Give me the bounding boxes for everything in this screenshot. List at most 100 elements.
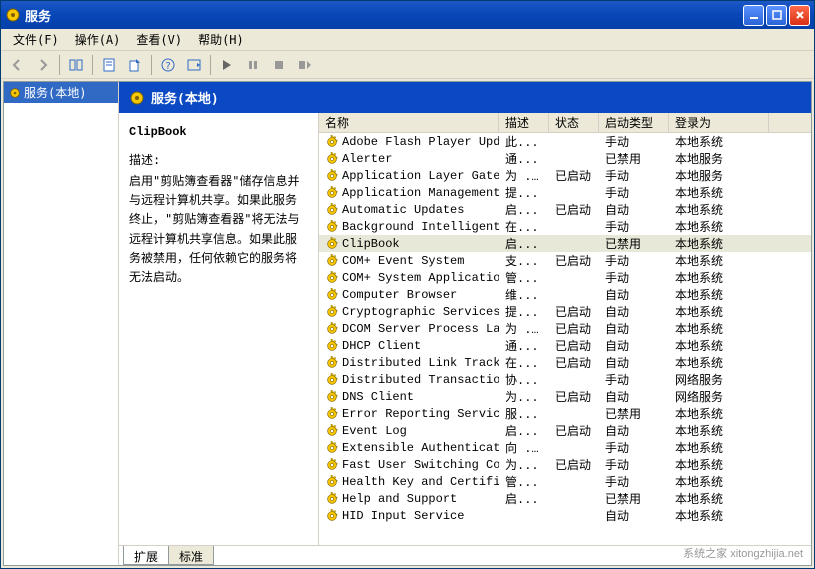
service-desc-cell: 此... [499, 133, 549, 150]
service-row[interactable]: Computer Browser维...自动本地系统 [319, 286, 811, 303]
service-startup-cell: 自动 [599, 337, 669, 354]
service-logon-cell: 本地服务 [669, 150, 769, 167]
service-row[interactable]: HID Input Service自动本地系统 [319, 507, 811, 524]
tree-root-item[interactable]: 服务(本地) [4, 82, 118, 103]
tab-standard[interactable]: 标准 [168, 546, 214, 565]
tab-strip: 扩展 标准 [119, 545, 811, 565]
service-state-cell: 已启动 [549, 320, 599, 337]
svg-text:?: ? [165, 61, 171, 72]
service-startup-cell: 手动 [599, 269, 669, 286]
service-name-cell: Automatic Updates [319, 203, 499, 217]
service-logon-cell: 本地系统 [669, 439, 769, 456]
service-desc-cell: 启... [499, 490, 549, 507]
service-name-cell: Application Management [319, 186, 499, 200]
service-logon-cell: 本地系统 [669, 507, 769, 524]
service-row[interactable]: Extensible Authenticatio...向 ...手动本地系统 [319, 439, 811, 456]
service-name-cell: Application Layer Gatewa... [319, 169, 499, 183]
column-header-logon[interactable]: 登录为 [669, 113, 769, 132]
service-name-cell: Alerter [319, 152, 499, 166]
service-startup-cell: 自动 [599, 201, 669, 218]
service-logon-cell: 本地系统 [669, 405, 769, 422]
service-icon [325, 373, 339, 387]
service-row[interactable]: COM+ Event System支...已启动手动本地系统 [319, 252, 811, 269]
tab-extended[interactable]: 扩展 [123, 546, 169, 565]
help-button[interactable]: ? [156, 53, 180, 77]
service-logon-cell: 本地系统 [669, 354, 769, 371]
service-row[interactable]: Event Log启...已启动自动本地系统 [319, 422, 811, 439]
service-name-cell: Cryptographic Services [319, 305, 499, 319]
service-row[interactable]: Fast User Switching Comp...为...已启动手动本地系统 [319, 456, 811, 473]
service-row[interactable]: Distributed Link Trackin...在...已启动自动本地系统 [319, 354, 811, 371]
refresh-button[interactable] [182, 53, 206, 77]
service-row[interactable]: Adobe Flash Player Updat...此...手动本地系统 [319, 133, 811, 150]
service-icon [325, 220, 339, 234]
service-state-cell: 已启动 [549, 303, 599, 320]
minimize-button[interactable] [743, 5, 764, 26]
close-button[interactable] [789, 5, 810, 26]
pane-header: 服务(本地) [119, 82, 811, 113]
service-logon-cell: 本地系统 [669, 303, 769, 320]
properties-button[interactable] [97, 53, 121, 77]
titlebar[interactable]: 服务 [1, 1, 814, 29]
service-row[interactable]: DCOM Server Process Laun...为 ...已启动自动本地系… [319, 320, 811, 337]
maximize-button[interactable] [766, 5, 787, 26]
service-name-cell: Error Reporting Service [319, 407, 499, 421]
column-header-startup[interactable]: 启动类型 [599, 113, 669, 132]
export-button[interactable] [123, 53, 147, 77]
service-startup-cell: 手动 [599, 218, 669, 235]
service-logon-cell: 网络服务 [669, 371, 769, 388]
service-row[interactable]: DHCP Client通...已启动自动本地系统 [319, 337, 811, 354]
service-row[interactable]: COM+ System Application管...手动本地系统 [319, 269, 811, 286]
service-desc-cell: 协... [499, 371, 549, 388]
service-icon [325, 492, 339, 506]
service-row[interactable]: Alerter通...已禁用本地服务 [319, 150, 811, 167]
service-desc-cell: 为... [499, 388, 549, 405]
column-header-name[interactable]: 名称 [319, 113, 499, 132]
service-name-cell: DHCP Client [319, 339, 499, 353]
service-icon [325, 237, 339, 251]
list-body[interactable]: Adobe Flash Player Updat...此...手动本地系统Ale… [319, 133, 811, 545]
service-row[interactable]: Background Intelligent T...在...手动本地系统 [319, 218, 811, 235]
menu-file[interactable]: 文件(F) [5, 29, 67, 50]
service-name-cell: Health Key and Certifica... [319, 475, 499, 489]
service-row[interactable]: DNS Client为...已启动自动网络服务 [319, 388, 811, 405]
menu-view[interactable]: 查看(V) [128, 29, 190, 50]
service-desc-cell: 启... [499, 201, 549, 218]
service-row[interactable]: Distributed Transaction ...协...手动网络服务 [319, 371, 811, 388]
service-name-cell: Fast User Switching Comp... [319, 458, 499, 472]
service-row[interactable]: Application Management提...手动本地系统 [319, 184, 811, 201]
service-state-cell: 已启动 [549, 354, 599, 371]
tree-pane[interactable]: 服务(本地) [4, 82, 119, 565]
menu-action[interactable]: 操作(A) [67, 29, 129, 50]
column-header-status[interactable]: 状态 [549, 113, 599, 132]
show-hide-tree-button[interactable] [64, 53, 88, 77]
service-icon [325, 390, 339, 404]
service-row[interactable]: Application Layer Gatewa...为 ...已启动手动本地服… [319, 167, 811, 184]
service-logon-cell: 本地系统 [669, 252, 769, 269]
service-desc-cell: 服... [499, 405, 549, 422]
tree-root-label: 服务(本地) [24, 84, 86, 101]
service-row[interactable]: Error Reporting Service服...已禁用本地系统 [319, 405, 811, 422]
service-name-cell: Extensible Authenticatio... [319, 441, 499, 455]
start-service-button[interactable] [215, 53, 239, 77]
service-desc-cell: 为 ... [499, 167, 549, 184]
service-row[interactable]: Help and Support启...已禁用本地系统 [319, 490, 811, 507]
toolbar: ? [1, 51, 814, 79]
service-icon [325, 152, 339, 166]
pause-service-button [241, 53, 265, 77]
service-icon [325, 458, 339, 472]
column-header-description[interactable]: 描述 [499, 113, 549, 132]
service-startup-cell: 已禁用 [599, 150, 669, 167]
service-row[interactable]: Automatic Updates启...已启动自动本地系统 [319, 201, 811, 218]
menu-help[interactable]: 帮助(H) [190, 29, 252, 50]
service-desc-cell: 在... [499, 354, 549, 371]
service-desc-cell: 为... [499, 456, 549, 473]
service-row[interactable]: Cryptographic Services提...已启动自动本地系统 [319, 303, 811, 320]
service-icon [325, 271, 339, 285]
service-startup-cell: 自动 [599, 320, 669, 337]
window-frame: 服务 文件(F) 操作(A) 查看(V) 帮助(H) ? [0, 0, 815, 569]
service-state-cell: 已启动 [549, 252, 599, 269]
service-row[interactable]: Health Key and Certifica...管...手动本地系统 [319, 473, 811, 490]
service-logon-cell: 网络服务 [669, 388, 769, 405]
service-row[interactable]: ClipBook启...已禁用本地系统 [319, 235, 811, 252]
